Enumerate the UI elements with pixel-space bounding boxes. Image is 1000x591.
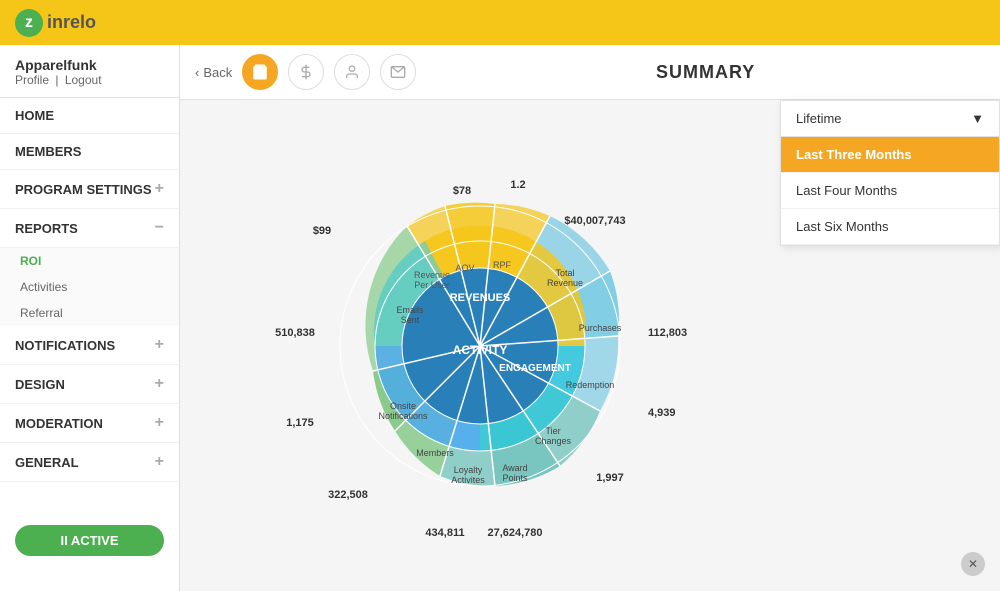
content-area: ‹ Back SUMMARY Lifetime ▼ Last Thre [180, 45, 1000, 591]
loyalty-seg-label2: Activites [451, 475, 485, 485]
close-button[interactable]: ✕ [961, 552, 985, 576]
total-revenue-seg-label2: Revenue [547, 278, 583, 288]
nav-design[interactable]: DESIGN + [0, 365, 179, 404]
dollar-icon-button[interactable] [288, 54, 324, 90]
rpf-value: 1.2 [510, 179, 525, 191]
onsite-value: 1,175 [286, 417, 314, 429]
donut-chart: REVENUES ENGAGEMENT ACTIVITY AOV RPF Tot… [240, 116, 720, 576]
members-seg-label: Members [416, 448, 454, 458]
topbar: z inrelo [0, 0, 1000, 45]
nav-reports[interactable]: REPORTS − [0, 209, 179, 248]
summary-title: SUMMARY [426, 62, 985, 83]
nav-home[interactable]: HOME [0, 98, 179, 134]
nav-program-settings[interactable]: PROGRAM SETTINGS + [0, 170, 179, 209]
plus-icon: + [155, 453, 164, 471]
award-points-value: 27,624,780 [487, 527, 542, 539]
tier-changes-seg-label2: Changes [535, 436, 572, 446]
emails-seg-label2: Sent [401, 315, 420, 325]
dropdown-trigger[interactable]: Lifetime ▼ [781, 101, 999, 137]
activity-label: ACTIVITY [453, 343, 508, 357]
purchases-seg-label: Purchases [579, 323, 622, 333]
members-value: 322,508 [328, 489, 368, 501]
nav-sub-activities[interactable]: Activities [0, 274, 179, 300]
nav-notifications[interactable]: NOTIFICATIONS + [0, 326, 179, 365]
rev-per-user-seg-label2: Per User [414, 280, 450, 290]
revenues-label: REVENUES [450, 292, 511, 304]
active-button[interactable]: II ACTIVE [15, 525, 164, 556]
dropdown-area: Lifetime ▼ Last Three Months Last Four M… [780, 100, 1000, 246]
rpf-seg-label: RPF [493, 260, 512, 270]
dropdown-option-four-months[interactable]: Last Four Months [781, 173, 999, 209]
loyalty-seg-label: Loyalty [454, 465, 483, 475]
chevron-down-icon: ▼ [971, 111, 984, 126]
sidebar: Apparelfunk Profile | Logout HOME MEMBER… [0, 45, 180, 591]
user-links: Profile | Logout [15, 73, 164, 87]
person-icon-button[interactable] [334, 54, 370, 90]
nav-moderation[interactable]: MODERATION + [0, 404, 179, 443]
user-section: Apparelfunk Profile | Logout [0, 45, 179, 98]
content-header: ‹ Back SUMMARY [180, 45, 1000, 100]
rev-per-user-value: $99 [313, 225, 331, 237]
total-revenue-seg-label: Total [555, 268, 574, 278]
logo: z inrelo [15, 9, 96, 37]
dropdown-option-three-months[interactable]: Last Three Months [781, 137, 999, 173]
dropdown-option-six-months[interactable]: Last Six Months [781, 209, 999, 245]
plus-icon: + [155, 180, 164, 198]
mail-icon-button[interactable] [380, 54, 416, 90]
aov-value: $78 [453, 185, 471, 197]
onsite-seg-label2: Notifications [378, 411, 428, 421]
nav-general[interactable]: GENERAL + [0, 443, 179, 482]
redemption-seg-label: Redemption [566, 380, 615, 390]
engagement-label: ENGAGEMENT [499, 363, 571, 374]
loyalty-value: 434,811 [425, 527, 464, 539]
nav-sub-referral[interactable]: Referral [0, 300, 179, 326]
emails-value: 510,838 [275, 327, 315, 339]
redemption-value: 4,939 [648, 407, 676, 419]
nav-members[interactable]: MEMBERS [0, 134, 179, 170]
total-revenue-value: $40,007,743 [564, 215, 625, 227]
emails-seg-label: Emails [396, 305, 424, 315]
tier-changes-value: 1,997 [596, 472, 624, 484]
plus-icon: + [155, 414, 164, 432]
main-layout: Apparelfunk Profile | Logout HOME MEMBER… [0, 45, 1000, 591]
chevron-left-icon: ‹ [195, 65, 199, 80]
onsite-seg-label: Onsite [390, 401, 416, 411]
logo-text: inrelo [47, 12, 96, 33]
user-name: Apparelfunk [15, 57, 164, 73]
logo-icon: z [15, 9, 43, 37]
rev-per-user-seg-label: Revenue [414, 270, 450, 280]
purchases-value: 112,803 [648, 327, 687, 339]
aov-seg-label: AOV [455, 263, 474, 273]
profile-link[interactable]: Profile [15, 73, 49, 87]
chart-container: REVENUES ENGAGEMENT ACTIVITY AOV RPF Tot… [180, 100, 780, 591]
nav-sub-roi[interactable]: ROI [0, 248, 179, 274]
award-points-seg-label: Award [502, 463, 527, 473]
plus-icon: + [155, 375, 164, 393]
back-button[interactable]: ‹ Back [195, 65, 232, 80]
plus-icon: + [155, 336, 164, 354]
bag-icon-button[interactable] [242, 54, 278, 90]
logout-link[interactable]: Logout [65, 73, 102, 87]
award-points-seg-label2: Points [502, 473, 528, 483]
tier-changes-seg-label: Tier [545, 426, 560, 436]
minus-icon: − [155, 219, 164, 237]
